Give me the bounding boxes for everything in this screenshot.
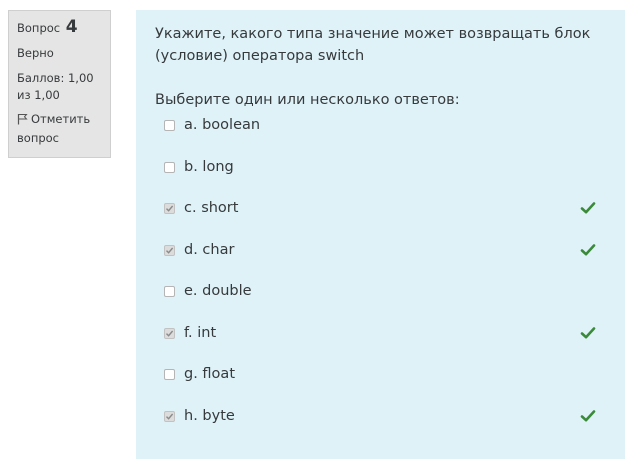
question-text: Укажите, какого типа значение может возв… (155, 26, 591, 64)
answer-option: g. float (136, 364, 625, 388)
answer-checkbox[interactable] (164, 286, 175, 297)
answer-option: d. char (136, 240, 625, 264)
flag-icon (17, 113, 28, 130)
answer-option: a. boolean (136, 115, 625, 139)
answer-checkbox[interactable] (164, 327, 175, 339)
answer-label[interactable]: c. short (184, 198, 238, 218)
question-number-value: 4 (65, 17, 78, 37)
answer-checkbox[interactable] (164, 161, 175, 173)
answer-checkbox[interactable] (164, 203, 175, 214)
answer-checkbox[interactable] (164, 410, 175, 422)
answer-label[interactable]: a. boolean (184, 115, 260, 135)
correct-check-icon (580, 408, 596, 427)
flag-question-link[interactable]: Отметить вопрос (17, 111, 102, 147)
answer-option: e. double (136, 281, 625, 305)
answer-label[interactable]: h. byte (184, 406, 235, 426)
question-number: Вопрос 4 (17, 19, 102, 37)
answer-label[interactable]: d. char (184, 240, 234, 260)
answer-label[interactable]: g. float (184, 364, 235, 384)
answer-checkbox[interactable] (164, 369, 175, 380)
answer-option: f. int (136, 323, 625, 347)
answer-prompt: Выберите один или несколько ответов: (155, 92, 460, 108)
question-label: Вопрос (17, 21, 61, 35)
answer-label[interactable]: f. int (184, 323, 216, 343)
correct-check-icon (580, 325, 596, 344)
answer-option: b. long (136, 157, 625, 181)
correct-check-icon (580, 242, 596, 261)
answer-checkbox[interactable] (164, 120, 175, 131)
question-content: Укажите, какого типа значение может возв… (136, 10, 625, 459)
question-state: Верно (17, 46, 54, 60)
answer-option: c. short (136, 198, 625, 222)
question-grade: Баллов: 1,00 из 1,00 (17, 71, 94, 102)
question-info-panel: Вопрос 4 Верно Баллов: 1,00 из 1,00 Отме… (8, 10, 111, 158)
answer-label[interactable]: e. double (184, 281, 252, 301)
answer-label[interactable]: b. long (184, 157, 234, 177)
correct-check-icon (580, 200, 596, 219)
answer-option: h. byte (136, 406, 625, 430)
answer-checkbox[interactable] (164, 244, 175, 256)
